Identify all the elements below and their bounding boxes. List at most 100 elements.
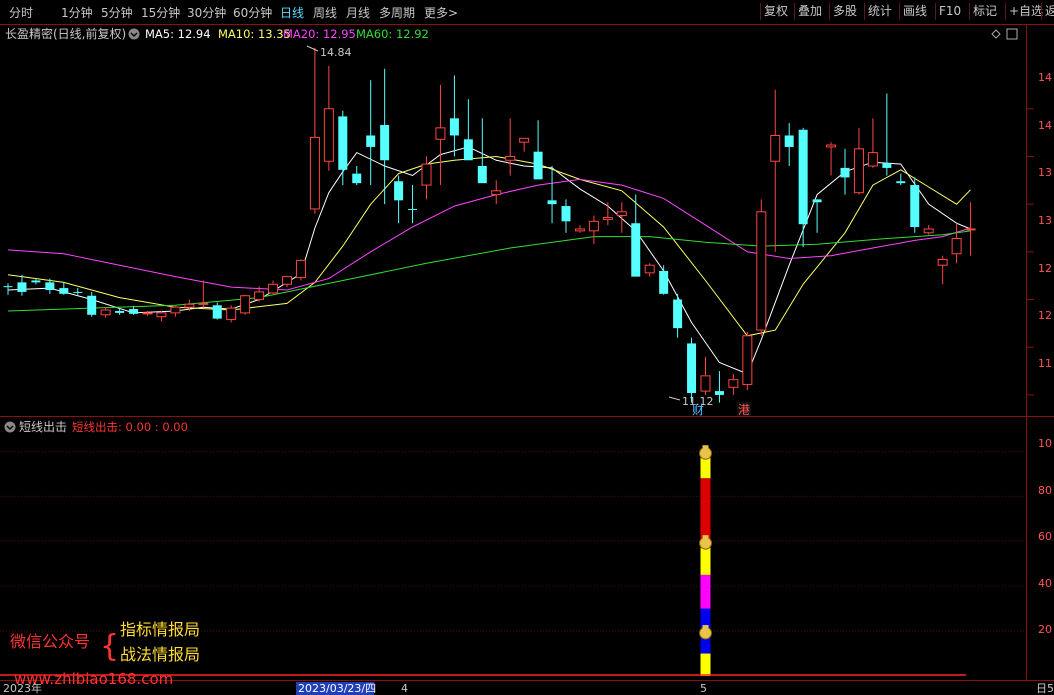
price-axis-label: 11 (1038, 357, 1052, 370)
kline-chart[interactable]: 长盈精密(日线,前复权) MA5: 12.94 MA10: 13.35 MA20… (0, 0, 1054, 695)
candle-body (477, 166, 487, 184)
candle (435, 84, 446, 186)
panel-close-icon[interactable] (1006, 28, 1018, 40)
candle (129, 306, 139, 315)
badge-gang[interactable]: 港 (738, 403, 750, 417)
candle-body (770, 134, 781, 162)
candle-body (867, 152, 878, 167)
candle (449, 75, 459, 157)
candle (240, 294, 251, 315)
candle-body (226, 307, 237, 321)
candle-body (184, 303, 195, 308)
candle (714, 371, 724, 403)
price-axis-label: 14 (1038, 71, 1052, 84)
candle (394, 175, 404, 224)
candle (282, 275, 292, 288)
watermark-line1: 指标情报局 (120, 620, 200, 639)
candle (352, 166, 362, 186)
candle-body (714, 391, 724, 395)
candle (840, 148, 850, 195)
candle-body (644, 264, 655, 274)
candle-body (798, 129, 808, 225)
candle (408, 185, 418, 224)
candle-body (910, 185, 920, 228)
candle-body (937, 258, 948, 266)
badge-cai[interactable]: 财 (692, 403, 704, 417)
ma-line-ma10 (7, 155, 971, 337)
watermark-line2: 战法情报局 (120, 645, 200, 664)
candle-body (519, 137, 530, 143)
date-axis-right-label: 日5 (1036, 682, 1054, 695)
candle (867, 118, 878, 168)
candle-body (505, 155, 516, 161)
candle-body (659, 270, 669, 294)
candle (533, 120, 543, 180)
candle (616, 202, 627, 233)
candle (588, 215, 599, 245)
candle-body (254, 291, 265, 301)
year-label: 2023年 (3, 681, 42, 695)
candle-body (73, 291, 83, 293)
sub-axis-label: 60 (1038, 530, 1052, 543)
candle (87, 291, 97, 317)
money-bag-icon (699, 445, 712, 460)
candle (965, 202, 976, 256)
candle-body (309, 136, 320, 210)
candle (198, 280, 209, 308)
candle (463, 99, 473, 161)
ma60-label: MA60: 12.92 (356, 27, 429, 41)
candle-body (728, 379, 739, 388)
candle-body (366, 135, 376, 147)
candle-body (826, 144, 837, 148)
candle (338, 110, 348, 186)
candle (812, 199, 822, 233)
candle-body (352, 173, 362, 184)
candle-body (687, 343, 697, 394)
candle-body (965, 228, 976, 231)
candle-body (170, 306, 181, 314)
price-axis-label: 14 (1038, 119, 1052, 132)
settings-icon[interactable] (128, 28, 140, 40)
candle (756, 199, 767, 336)
price-axis-label: 13 (1038, 166, 1052, 179)
candle (73, 288, 83, 295)
candle (659, 265, 669, 295)
candle (226, 305, 237, 323)
candle-body (268, 283, 279, 294)
candle (923, 225, 934, 235)
candle (728, 373, 739, 395)
candle-body (588, 220, 599, 232)
candle (826, 142, 837, 176)
sub-axis-label: 20 (1038, 623, 1052, 636)
indicator-segment (700, 545, 711, 575)
watermark-wechat: 微信公众号 (10, 632, 90, 651)
sub-panel-title: 短线出击 (19, 420, 67, 434)
candle (853, 127, 864, 195)
candle-body (923, 228, 934, 234)
ma-line-ma5 (7, 146, 971, 375)
high-price-label: 14.84 (320, 46, 352, 59)
candle-body (449, 118, 459, 136)
candle (268, 280, 279, 294)
candle-body (129, 309, 139, 314)
candle (491, 180, 502, 205)
candle-body (394, 181, 404, 201)
candle (574, 225, 585, 233)
candle-body (700, 375, 711, 392)
candle (798, 127, 808, 248)
candle (295, 259, 306, 281)
candle-body (784, 135, 794, 147)
sub-settings-icon[interactable] (4, 421, 16, 433)
candle-body (421, 163, 432, 186)
candle (323, 65, 334, 171)
candle-body (491, 190, 502, 196)
candle (100, 307, 111, 318)
candle (770, 89, 781, 252)
ma5-label: MA5: 12.94 (145, 27, 211, 41)
diamond-icon[interactable] (991, 29, 1001, 39)
candle (366, 80, 376, 186)
candle-body (742, 335, 753, 385)
candle (170, 306, 181, 317)
candle-body (338, 116, 348, 170)
high-marker: 14.84 (306, 45, 352, 59)
